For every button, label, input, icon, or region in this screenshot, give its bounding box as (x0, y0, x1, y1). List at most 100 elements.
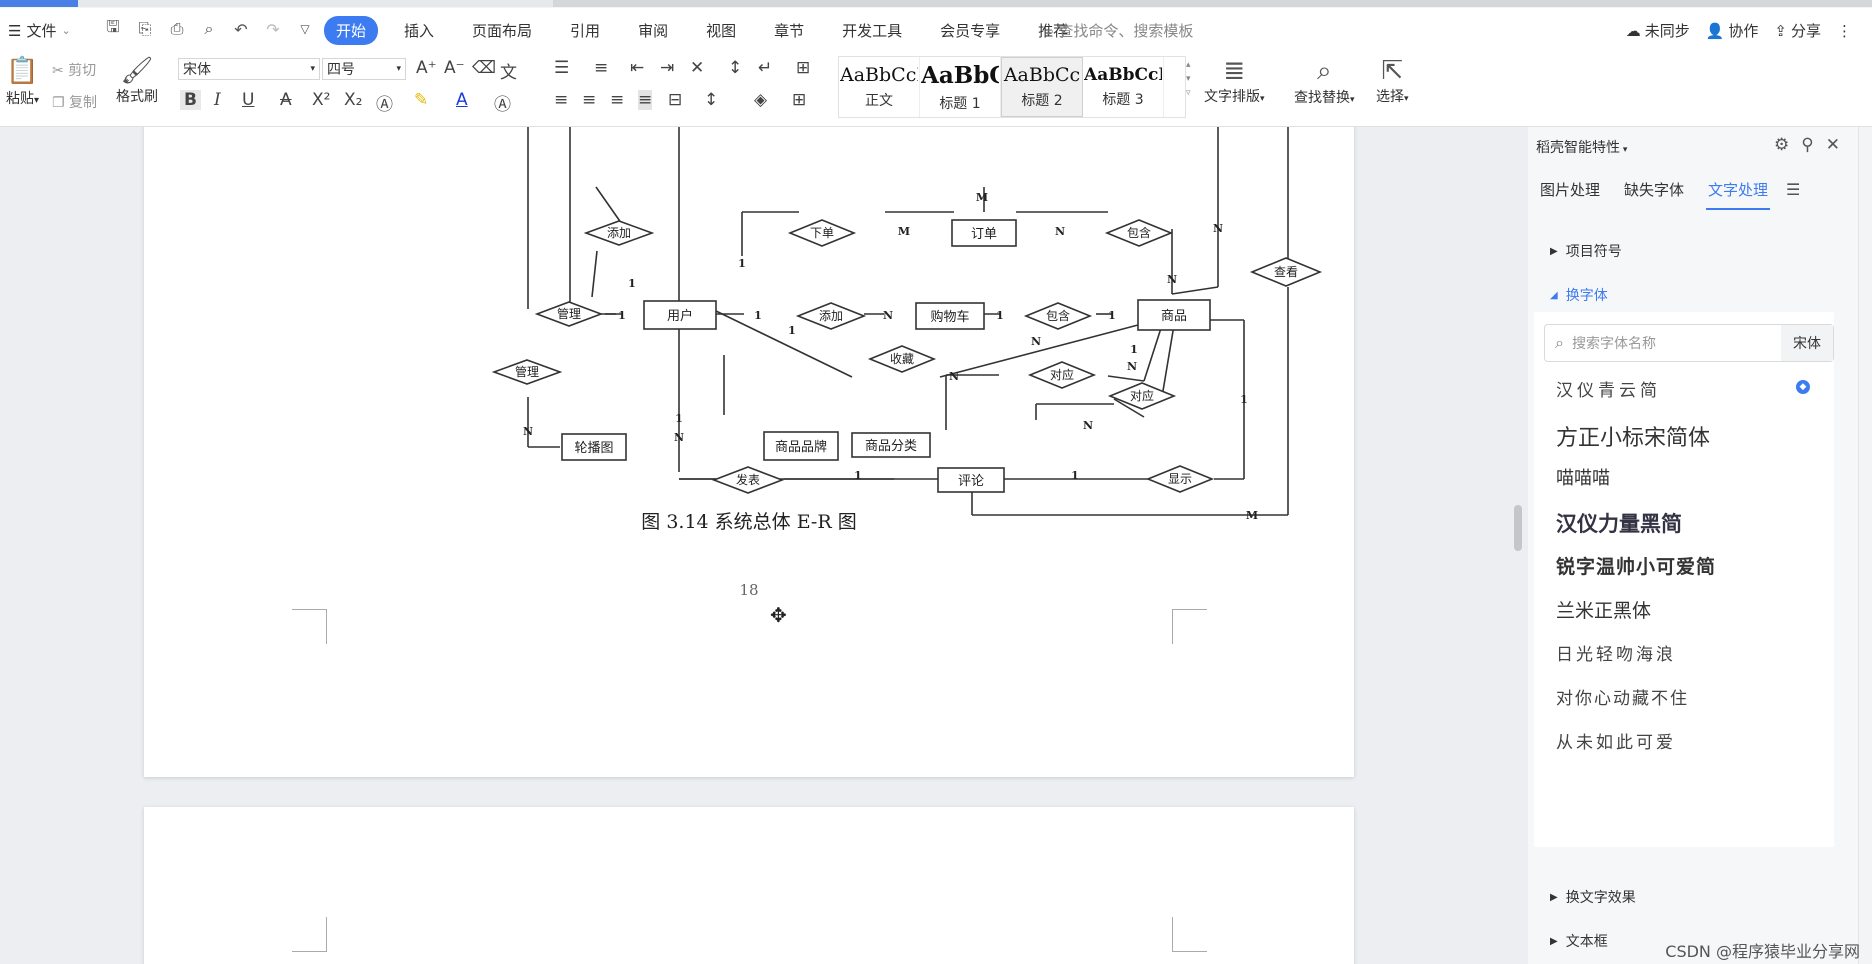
tab-3[interactable]: 引用 (558, 16, 612, 45)
strikethrough-icon[interactable]: A (280, 90, 292, 110)
font-item[interactable]: 兰米正黑体 (1556, 596, 1651, 623)
document-area[interactable]: 用户 订单 购物车 商品 轮播图 商品品牌 商品分类 评论 添加 下单 包含 管理 添加 包含 收藏 对应 对应… (0, 127, 1510, 964)
copy-button[interactable]: ❐ 复制 (52, 92, 97, 112)
font-item[interactable]: 日光轻吻海浪 (1556, 640, 1676, 665)
find-replace-button[interactable]: ⌕ 查找替换▾ (1294, 56, 1355, 107)
select-button[interactable]: ⇱ 选择▾ (1376, 56, 1409, 106)
align-right-icon[interactable]: ≡ (610, 90, 624, 110)
font-item[interactable]: 汉仪力量黑简 (1556, 508, 1682, 538)
er-connector (1107, 375, 1145, 382)
grow-font-icon[interactable]: A⁺ (416, 58, 437, 78)
document-page-next[interactable] (144, 807, 1354, 964)
style-item-0[interactable]: AaBbCcI 正文 (839, 57, 920, 117)
vertical-scrollbar[interactable] (1510, 127, 1528, 964)
bold-icon[interactable]: B (180, 90, 201, 110)
panel-tab-2[interactable]: 文字处理 (1696, 171, 1780, 210)
scrollbar-thumb[interactable] (1514, 505, 1522, 551)
panel-tab-1[interactable]: 缺失字体 (1612, 171, 1696, 208)
font-search-input[interactable]: ⌕ 搜索字体名称 宋体 (1544, 324, 1834, 362)
redo-icon[interactable]: ↷ (262, 18, 284, 40)
file-menu[interactable]: ☰ 文件 ⌄ (8, 20, 71, 41)
save-icon[interactable]: 🖫 (102, 17, 124, 40)
italic-icon[interactable]: I (214, 90, 221, 110)
section-text-effect[interactable]: ▶ 换文字效果 (1550, 887, 1636, 907)
tab-7[interactable]: 开发工具 (830, 16, 914, 45)
subscript-icon[interactable]: X₂ (344, 90, 362, 110)
clear-format-icon[interactable]: ⌫ (472, 58, 496, 78)
char-border-icon[interactable]: Ⓐ (494, 90, 511, 115)
text-layout-button[interactable]: ≣ 文字排版▾ (1204, 56, 1265, 106)
font-item[interactable]: 对你心动藏不住 (1556, 684, 1689, 709)
tab-ruler-icon[interactable]: ⊞ (796, 58, 810, 78)
line-spacing-icon[interactable]: ↕ (704, 90, 718, 110)
numbered-list-icon[interactable]: ≡ (594, 58, 608, 78)
command-search[interactable]: ⌕ 查找命令、搜索模板 (1046, 20, 1193, 41)
panel-title[interactable]: 稻壳智能特性 ▾ (1536, 137, 1627, 157)
justify-icon[interactable]: ≡ (638, 90, 653, 110)
undo-icon[interactable]: ↶ (230, 18, 252, 40)
tab-8[interactable]: 会员专享 (928, 16, 1012, 45)
caret-right-icon: ▶ (1550, 935, 1558, 947)
section-text-box[interactable]: ▶ 文本框 (1550, 931, 1608, 951)
tab-2[interactable]: 页面布局 (460, 16, 544, 45)
font-name-value: 宋体 (183, 62, 211, 78)
chinese-layout-icon[interactable]: ✕ (690, 58, 704, 78)
active-doc-tab-indicator[interactable] (0, 0, 78, 7)
share-button[interactable]: ⇪ 分享 (1774, 20, 1821, 41)
show-marks-icon[interactable]: ↵ (758, 58, 772, 78)
er-cardinality: N (1083, 419, 1093, 432)
more-icon[interactable]: ⋮ (1837, 22, 1852, 40)
sort-icon[interactable]: ↕ (728, 58, 742, 78)
text-effect-icon[interactable]: Ⓐ (376, 90, 393, 115)
document-page[interactable]: 用户 订单 购物车 商品 轮播图 商品品牌 商品分类 评论 添加 下单 包含 管理 添加 包含 收藏 对应 对应… (144, 127, 1354, 777)
section-change-font[interactable]: ◢ 换字体 (1550, 285, 1608, 305)
print-preview-icon[interactable]: ⌕ (198, 18, 220, 40)
style-item-2[interactable]: AaBbCc 标题 2 (1001, 57, 1083, 117)
distributed-icon[interactable]: ⊟ (668, 90, 682, 110)
gear-icon[interactable]: ⚙ (1774, 135, 1789, 155)
style-scroll-icon[interactable]: ▴ ▾ ▿ (1186, 58, 1191, 100)
menu-icon[interactable]: ☰ (1786, 180, 1800, 199)
phonetic-icon[interactable]: 文 (500, 58, 517, 83)
print-icon[interactable]: ⎙ (166, 18, 188, 40)
tab-5[interactable]: 视图 (694, 16, 748, 45)
decrease-indent-icon[interactable]: ⇤ (630, 58, 644, 78)
font-item[interactable]: 喵喵喵 (1556, 464, 1610, 490)
collab-button[interactable]: 👤 协作 (1706, 20, 1759, 41)
paste-button[interactable]: 📋 粘贴▾ (6, 56, 39, 108)
font-color-icon[interactable]: A (456, 90, 468, 110)
tab-0[interactable]: 开始 (324, 16, 379, 45)
increase-indent-icon[interactable]: ⇥ (660, 58, 674, 78)
font-item[interactable]: 方正小标宋简体 (1556, 420, 1710, 452)
shrink-font-icon[interactable]: A⁻ (444, 58, 465, 78)
pin-icon[interactable]: ⚲ (1801, 135, 1813, 155)
export-pdf-icon[interactable]: ⎘ (134, 18, 156, 40)
format-painter-button[interactable]: 🖌 格式刷 (116, 56, 158, 106)
er-cardinality: 1 (996, 309, 1004, 322)
section-text-effect-label: 换文字效果 (1565, 890, 1636, 906)
font-item[interactable]: 汉仪青云简 (1556, 376, 1661, 401)
align-left-icon[interactable]: ≡ (554, 90, 568, 110)
tab-4[interactable]: 审阅 (626, 16, 680, 45)
superscript-icon[interactable]: X² (312, 90, 330, 110)
highlight-icon[interactable]: ✎ (414, 90, 428, 110)
underline-icon[interactable]: U (242, 90, 254, 110)
sync-button[interactable]: ☁ 未同步 (1626, 20, 1690, 41)
style-item-1[interactable]: AaBbC 标题 1 (920, 57, 1001, 117)
borders-icon[interactable]: ⊞ (792, 90, 806, 110)
align-center-icon[interactable]: ≡ (582, 90, 596, 110)
panel-tab-0[interactable]: 图片处理 (1528, 171, 1612, 208)
font-name-select[interactable]: 宋体 ▾ (178, 58, 320, 80)
close-icon[interactable]: ✕ (1826, 135, 1840, 155)
tab-1[interactable]: 插入 (392, 16, 446, 45)
shading-icon[interactable]: ◈ (754, 90, 767, 110)
tab-6[interactable]: 章节 (762, 16, 816, 45)
bullet-list-icon[interactable]: ☰ (554, 58, 569, 78)
font-size-select[interactable]: 四号 ▾ (322, 58, 406, 80)
section-bullets[interactable]: ▶ 项目符号 (1550, 241, 1622, 261)
font-item[interactable]: 锐字温帅小可爱简 (1556, 552, 1716, 579)
font-item[interactable]: 从未如此可爱 (1556, 728, 1676, 753)
cut-button[interactable]: ✂ 剪切 (52, 60, 96, 80)
customize-toolbar-icon[interactable]: ▽ (294, 18, 316, 40)
style-item-3[interactable]: AaBbCcI 标题 3 (1083, 57, 1164, 117)
